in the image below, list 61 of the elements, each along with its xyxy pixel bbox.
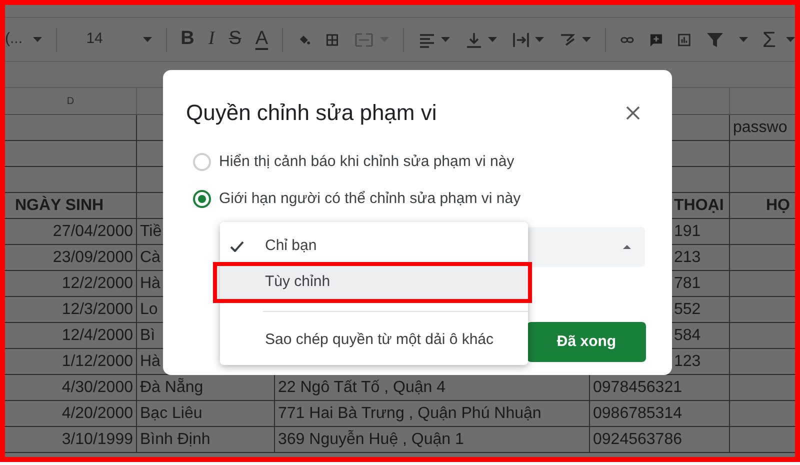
table-cell-text: 191 <box>674 222 701 242</box>
caret-icon <box>739 37 748 42</box>
table-cell-text: 23/09/2000 <box>52 248 133 268</box>
font-size-dropdown[interactable]: 14 <box>70 28 103 51</box>
caret-icon <box>535 37 544 42</box>
caret-icon <box>582 37 592 42</box>
caret-icon <box>488 37 498 42</box>
table-cell-text: 12/3/2000 <box>62 300 133 320</box>
caret-icon <box>380 37 389 42</box>
table-cell-text: 4/20/2000 <box>62 404 133 424</box>
table-cell-text: 12/4/2000 <box>62 326 133 346</box>
table-cell-text: 584 <box>674 326 701 346</box>
option-label: Giới hạn người có thể chỉnh sửa phạm vi này <box>219 188 521 209</box>
dialog-title: Quyền chỉnh sửa phạm vi <box>186 99 437 127</box>
table-cell-text: Lo <box>140 300 158 320</box>
table-cell-text: Bạc Liêu <box>140 404 202 424</box>
table-cell-text: 22 Ngô Tất Tố , Quận 4 <box>278 378 446 398</box>
done-button[interactable]: Đã xong <box>527 322 646 362</box>
table-cell-text: 213 <box>674 248 701 268</box>
table-cell-text: passwo <box>733 118 788 138</box>
font-dropdown[interactable]: (... <box>5 28 22 51</box>
column-heading: THOẠI <box>674 196 724 216</box>
table-cell-text: Hà <box>140 274 160 294</box>
table-cell-text: 0924563786 <box>593 430 682 450</box>
table-cell-text: 12/2/2000 <box>62 274 133 294</box>
table-cell-text: 781 <box>674 274 701 294</box>
menu-item[interactable]: Chỉ bạn <box>220 230 528 262</box>
menu-item[interactable]: Sao chép quyền từ một dải ô khác <box>220 322 528 358</box>
italic-button[interactable]: I <box>208 25 215 54</box>
column-heading: NGÀY SINH <box>15 194 104 216</box>
table-cell-text: 552 <box>674 300 701 320</box>
caret-icon <box>142 37 152 42</box>
table-cell-text: Tiề <box>140 222 162 242</box>
caret-icon <box>786 37 795 42</box>
column-heading: HỌ <box>766 196 790 216</box>
table-cell-text: Đà Nẵng <box>140 377 204 398</box>
table-cell-text: 4/30/2000 <box>62 378 133 398</box>
caret-icon <box>32 37 42 42</box>
table-cell-text: 369 Nguyễn Huệ , Quận 1 <box>278 429 464 450</box>
table-cell-text: 1/12/2000 <box>62 352 133 372</box>
check-icon <box>230 241 244 252</box>
table-cell-text: 0978456321 <box>593 378 682 398</box>
table-cell-text: 3/10/1999 <box>62 430 133 450</box>
radio-button[interactable] <box>193 190 211 208</box>
table-cell-text: 27/04/2000 <box>52 222 133 242</box>
text-color-button[interactable]: A <box>255 25 268 54</box>
caret-icon <box>623 245 631 249</box>
table-cell-text: Bình Định <box>140 430 210 450</box>
strikethrough-button[interactable]: S <box>228 25 242 54</box>
column-header[interactable]: D <box>66 94 74 108</box>
table-cell-text: Hà <box>140 352 160 372</box>
option-label: Hiển thị cảnh báo khi chỉnh sửa phạm vi này <box>219 152 514 172</box>
table-cell-text: 771 Hai Bà Trưng , Quận Phú Nhuận <box>278 404 542 424</box>
caret-icon <box>441 37 450 42</box>
close-button[interactable] <box>624 104 642 122</box>
table-cell-text: 123 <box>674 352 701 372</box>
functions-button[interactable]: Σ <box>762 23 776 56</box>
bold-button[interactable]: B <box>180 25 194 54</box>
table-cell-text: 0986785314 <box>593 404 682 424</box>
table-cell-text: Bì <box>140 326 156 346</box>
table-cell-text: Cà <box>140 248 160 268</box>
